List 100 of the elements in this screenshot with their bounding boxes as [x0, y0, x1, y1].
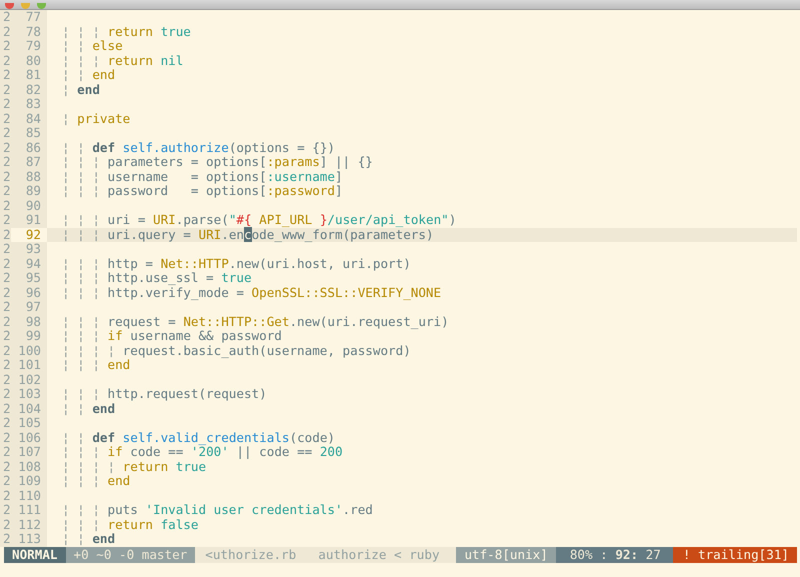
sign-marker: 2	[0, 503, 11, 518]
sign-marker: 2	[0, 358, 11, 372]
line-number: 110	[10, 488, 47, 503]
line-number: 83	[10, 97, 47, 112]
code-line: ¦ ¦ def self.valid_credentials(code)	[62, 430, 335, 444]
code-line: ¦ ¦ ¦ http.request(request)	[62, 386, 267, 401]
sign-marker: 2	[0, 39, 11, 54]
code-line: ¦ ¦ ¦ request = Net::HTTP::Get.new(uri.request_uri)	[62, 314, 449, 328]
line-number: 97	[10, 300, 47, 314]
sign-marker: 2	[0, 54, 11, 68]
code-line: ¦ ¦ ¦ end	[62, 473, 130, 488]
sign-marker: 2	[0, 402, 11, 416]
line-number: 95	[10, 271, 47, 286]
code-line: ¦ ¦ ¦ return false	[62, 516, 198, 532]
code-line: ¦ ¦ ¦ username = options[:username]	[62, 168, 343, 184]
close-icon[interactable]	[5, 3, 14, 9]
code-line: ¦ ¦ ¦ ¦ return true	[62, 458, 206, 474]
sign-marker: 2	[0, 68, 11, 82]
line-number: 103	[10, 387, 47, 402]
sign-marker: 2	[0, 140, 11, 155]
line-number: 111	[10, 503, 47, 518]
line-number: 90	[10, 198, 47, 213]
sign-marker: 2	[0, 126, 11, 140]
line-number: 81	[10, 68, 47, 82]
code-line: ¦ ¦ ¦ uri.query = URI.encode_www_form(parameters)	[62, 226, 434, 242]
line-number: 96	[10, 286, 47, 300]
git-status: +0 ~0 -0 master	[66, 546, 196, 562]
code-line: ¦ ¦ ¦ uri = URI.parse("#{ API_URL }/user/api_token")	[62, 212, 456, 227]
code-line: ¦ ¦ ¦ parameters = options[:params] || {}	[62, 154, 373, 169]
sign-marker: 2	[0, 170, 11, 184]
sign-marker: 2	[0, 10, 11, 24]
code-line: ¦ ¦ ¦ return true	[62, 24, 191, 38]
line-number: 80	[10, 54, 47, 68]
encoding-indicator: utf-8[unix]	[456, 546, 556, 562]
sign-marker: 2	[0, 24, 11, 39]
line-number: 105	[10, 416, 47, 430]
code-line: ¦ ¦ end	[62, 67, 116, 82]
line-number: 78	[10, 24, 47, 39]
file-name: <uthorize.rb	[195, 546, 304, 562]
code-line: ¦ ¦ def self.authorize(options = {})	[62, 140, 335, 154]
code-line: ¦ private	[62, 110, 130, 126]
sign-marker: 2	[0, 430, 11, 445]
line-number: 98	[10, 314, 47, 329]
sign-marker: 2	[0, 344, 11, 358]
line-number: 77	[10, 10, 47, 24]
line-number: 104	[10, 402, 47, 416]
line-number: 88	[10, 170, 47, 184]
line-number: 109	[10, 474, 47, 488]
code-line: ¦ end	[62, 82, 100, 96]
sign-marker: 2	[0, 198, 11, 213]
line-number: 89	[10, 184, 47, 198]
line-number: 102	[10, 372, 47, 387]
sign-marker: 2	[0, 97, 11, 112]
sign-marker: 2	[0, 112, 11, 126]
line-number: 112	[10, 518, 47, 532]
minimize-icon[interactable]	[21, 3, 30, 9]
sign-marker: 2	[0, 314, 11, 329]
line-number: 94	[10, 256, 47, 271]
line-number: 108	[10, 460, 47, 474]
sign-marker: 2	[0, 372, 11, 387]
trailing-warning: ! trailing[31]	[672, 546, 797, 562]
sign-marker: 2	[0, 474, 11, 488]
code-line: ¦ ¦ ¦ http.verify_mode = OpenSSL::SSL::VERIFY_NONE	[62, 284, 442, 300]
sign-marker: 2	[0, 460, 11, 474]
line-number: 79	[10, 39, 47, 54]
line-number: 101	[10, 358, 47, 372]
code-line: ¦ ¦ ¦ password = options[:password]	[62, 183, 343, 198]
sign-marker: 2	[0, 445, 11, 460]
sign-marker: 2	[0, 286, 11, 300]
code-line: ¦ ¦ ¦ http = Net::HTTP.new(uri.host, uri.port)	[62, 256, 411, 270]
sign-marker: 2	[0, 242, 11, 256]
code-line: ¦ ¦ ¦ if code == '200' || code == 200	[62, 444, 343, 459]
zoom-icon[interactable]	[37, 3, 46, 9]
line-number: 85	[10, 126, 47, 140]
sign-marker: 2	[0, 300, 11, 314]
sign-marker: 2	[0, 387, 11, 402]
line-number: 100	[10, 344, 47, 358]
line-number: 87	[10, 155, 47, 170]
mode-indicator: NORMAL	[4, 546, 66, 562]
code-line: ¦ ¦ ¦ if username && password	[62, 328, 282, 343]
code-line: ¦ ¦ end	[62, 400, 116, 416]
line-number: 84	[10, 112, 47, 126]
line-number: 107	[10, 445, 47, 460]
code-line: ¦ ¦ ¦ end	[62, 357, 130, 372]
cursor-position: 80% : 92: 27	[556, 546, 673, 562]
sign-marker: 2	[0, 213, 11, 228]
sign-marker: 2	[0, 271, 11, 286]
line-number: 92	[10, 228, 47, 242]
line-number: 86	[10, 140, 47, 155]
code-line: ¦ ¦ else	[62, 38, 123, 53]
sign-marker: 2	[0, 329, 11, 344]
line-number: 113	[10, 532, 47, 546]
code-line: ¦ ¦ ¦ ¦ request.basic_auth(username, password)	[62, 342, 411, 358]
sign-marker: 2	[0, 518, 11, 532]
line-number: 99	[10, 329, 47, 344]
line-number: 93	[10, 242, 47, 256]
sign-marker: 2	[0, 416, 11, 430]
sign-marker: 2	[0, 488, 11, 503]
code-line: ¦ ¦ ¦ http.use_ssl = true	[62, 270, 252, 285]
line-number: 82	[10, 82, 47, 97]
